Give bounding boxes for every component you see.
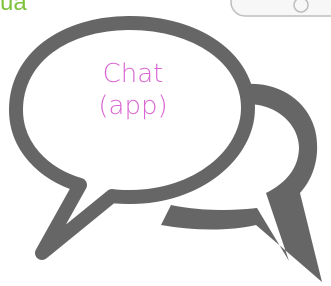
chat-label-line1: Chat — [102, 59, 164, 89]
chat-label-line2: (app) — [98, 91, 168, 121]
canvas: ua Chat (app) — [0, 0, 331, 286]
chat-bubbles-icon — [9, 16, 322, 282]
chat-app-label: Chat (app) — [58, 58, 208, 122]
